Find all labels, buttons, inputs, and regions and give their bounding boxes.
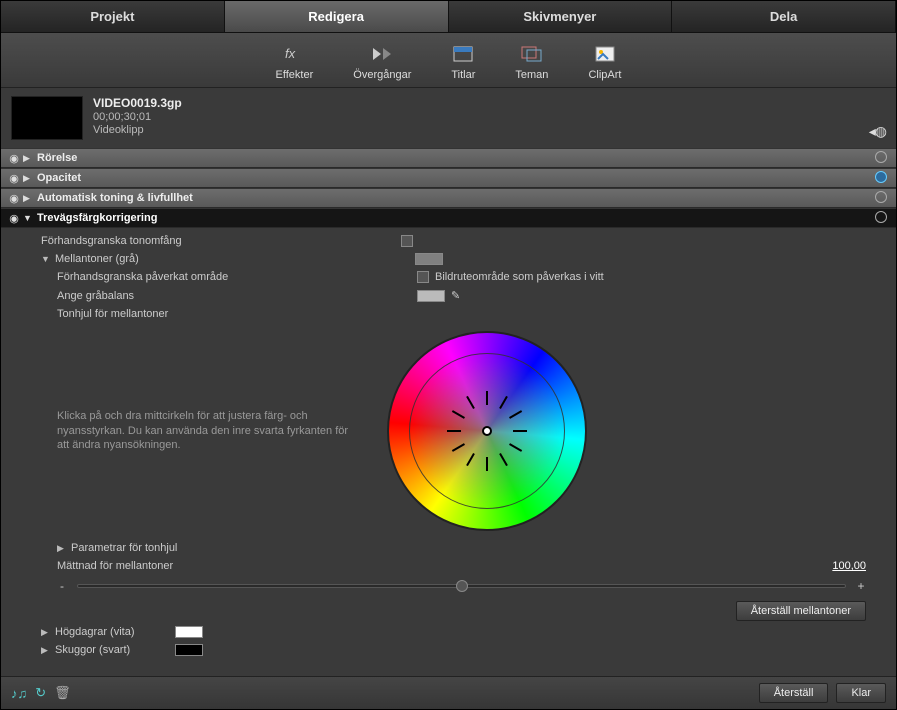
svg-text:fx: fx: [285, 46, 296, 61]
swatch-shadows[interactable]: [175, 644, 203, 656]
saturation-slider[interactable]: [77, 584, 846, 588]
fx-icon: fx: [283, 43, 305, 65]
swatch-midtones[interactable]: [415, 253, 443, 265]
tool-clipart[interactable]: ClipArt: [588, 43, 621, 81]
effect-title-opacity: Opacitet: [35, 172, 870, 184]
label-wheel-params: Parametrar för tonhjul: [71, 542, 431, 554]
effect-title-threeway: Trevägsfärgkorrigering: [35, 212, 870, 224]
slider-minus: -: [57, 579, 67, 593]
color-wheel[interactable]: [387, 331, 587, 531]
label-gray-balance: Ange gråbalans: [57, 290, 417, 302]
eye-icon[interactable]: ◉: [5, 192, 23, 205]
tool-themes-label: Teman: [515, 69, 548, 81]
checkbox-frame-white[interactable]: [417, 271, 429, 283]
disclosure-icon[interactable]: ▶: [23, 153, 35, 164]
tool-transitions[interactable]: Övergångar: [353, 43, 411, 81]
tool-titles[interactable]: Titlar: [451, 43, 475, 81]
disclosure-icon[interactable]: ▶: [41, 627, 51, 638]
label-frame-white: Bildruteområde som påverkas i vitt: [435, 271, 604, 283]
effect-row-motion[interactable]: ◉ ▶ Rörelse: [1, 148, 896, 168]
stopwatch-icon[interactable]: [870, 171, 892, 186]
effect-row-auto[interactable]: ◉ ▶ Automatisk toning & livfullhet: [1, 188, 896, 208]
themes-icon: [521, 43, 543, 65]
label-preview-affected: Förhandsgranska påverkat område: [57, 271, 417, 283]
disclosure-icon[interactable]: ▶: [23, 193, 35, 204]
timeline-toggle-icon[interactable]: ◂◍: [869, 123, 886, 140]
clip-info: VIDEO0019.3gp 00;00;30;01 Videoklipp ◂◍: [1, 88, 896, 148]
label-preview-range: Förhandsgranska tonomfång: [41, 235, 401, 247]
slider-thumb[interactable]: [456, 580, 468, 592]
tool-titles-label: Titlar: [451, 69, 475, 81]
transition-icon: [371, 43, 393, 65]
disclosure-icon[interactable]: ▶: [41, 645, 51, 656]
effect-row-opacity[interactable]: ◉ ▶ Opacitet: [1, 168, 896, 188]
disclosure-icon[interactable]: ▼: [41, 254, 51, 264]
disclosure-icon[interactable]: ▶: [57, 543, 67, 554]
label-highlights: Högdagrar (vita): [55, 626, 175, 638]
titles-icon: [452, 43, 474, 65]
done-button[interactable]: Klar: [836, 683, 886, 703]
clip-thumbnail[interactable]: [11, 96, 83, 140]
clip-name: VIDEO0019.3gp: [93, 96, 182, 110]
eye-icon[interactable]: ◉: [5, 172, 23, 185]
stopwatch-icon[interactable]: [870, 151, 892, 166]
tool-effects[interactable]: fx Effekter: [276, 43, 314, 81]
swatch-gray-balance[interactable]: [417, 290, 445, 302]
disclosure-icon[interactable]: ▶: [23, 173, 35, 184]
tab-edit[interactable]: Redigera: [225, 1, 449, 32]
tool-transitions-label: Övergångar: [353, 69, 411, 81]
tool-themes[interactable]: Teman: [515, 43, 548, 81]
swatch-highlights[interactable]: [175, 626, 203, 638]
effect-title-auto: Automatisk toning & livfullhet: [35, 192, 870, 204]
trash-icon[interactable]: 🗑: [54, 685, 71, 701]
effect-row-threeway[interactable]: ◉ ▼ Trevägsfärgkorrigering: [1, 208, 896, 228]
loop-icon[interactable]: ↻: [35, 685, 46, 701]
slider-plus: +: [856, 579, 866, 593]
audio-icon[interactable]: ♪♫: [11, 686, 27, 701]
reset-button[interactable]: Återställ: [759, 683, 829, 703]
label-midtones: Mellantoner (grå): [55, 253, 415, 265]
value-saturation[interactable]: 100,00: [832, 560, 896, 572]
clip-timecode: 00;00;30;01: [93, 111, 182, 123]
wheel-help-text: Klicka på och dra mittcirkeln för att ju…: [57, 409, 357, 454]
disclosure-icon[interactable]: ▼: [23, 213, 35, 223]
tab-disc-menus[interactable]: Skivmenyer: [449, 1, 673, 32]
eye-icon[interactable]: ◉: [5, 152, 23, 165]
eye-icon[interactable]: ◉: [5, 212, 23, 225]
label-saturation: Mättnad för mellantoner: [57, 560, 417, 572]
label-wheel-midtones: Tonhjul för mellantoner: [57, 308, 417, 320]
tab-share[interactable]: Dela: [672, 1, 896, 32]
clip-type: Videoklipp: [93, 124, 182, 136]
eyedropper-icon[interactable]: ✎: [451, 289, 460, 302]
clipart-icon: [594, 43, 616, 65]
effect-title-motion: Rörelse: [35, 152, 870, 164]
wheel-center-handle[interactable]: [482, 426, 492, 436]
stopwatch-icon[interactable]: [870, 191, 892, 206]
tab-project[interactable]: Projekt: [1, 1, 225, 32]
label-shadows: Skuggor (svart): [55, 644, 175, 656]
reset-midtones-button[interactable]: Återställ mellantoner: [736, 601, 866, 621]
checkbox-preview-range[interactable]: [401, 235, 413, 247]
tool-clipart-label: ClipArt: [588, 69, 621, 81]
stopwatch-icon[interactable]: [870, 211, 892, 226]
tool-effects-label: Effekter: [276, 69, 314, 81]
